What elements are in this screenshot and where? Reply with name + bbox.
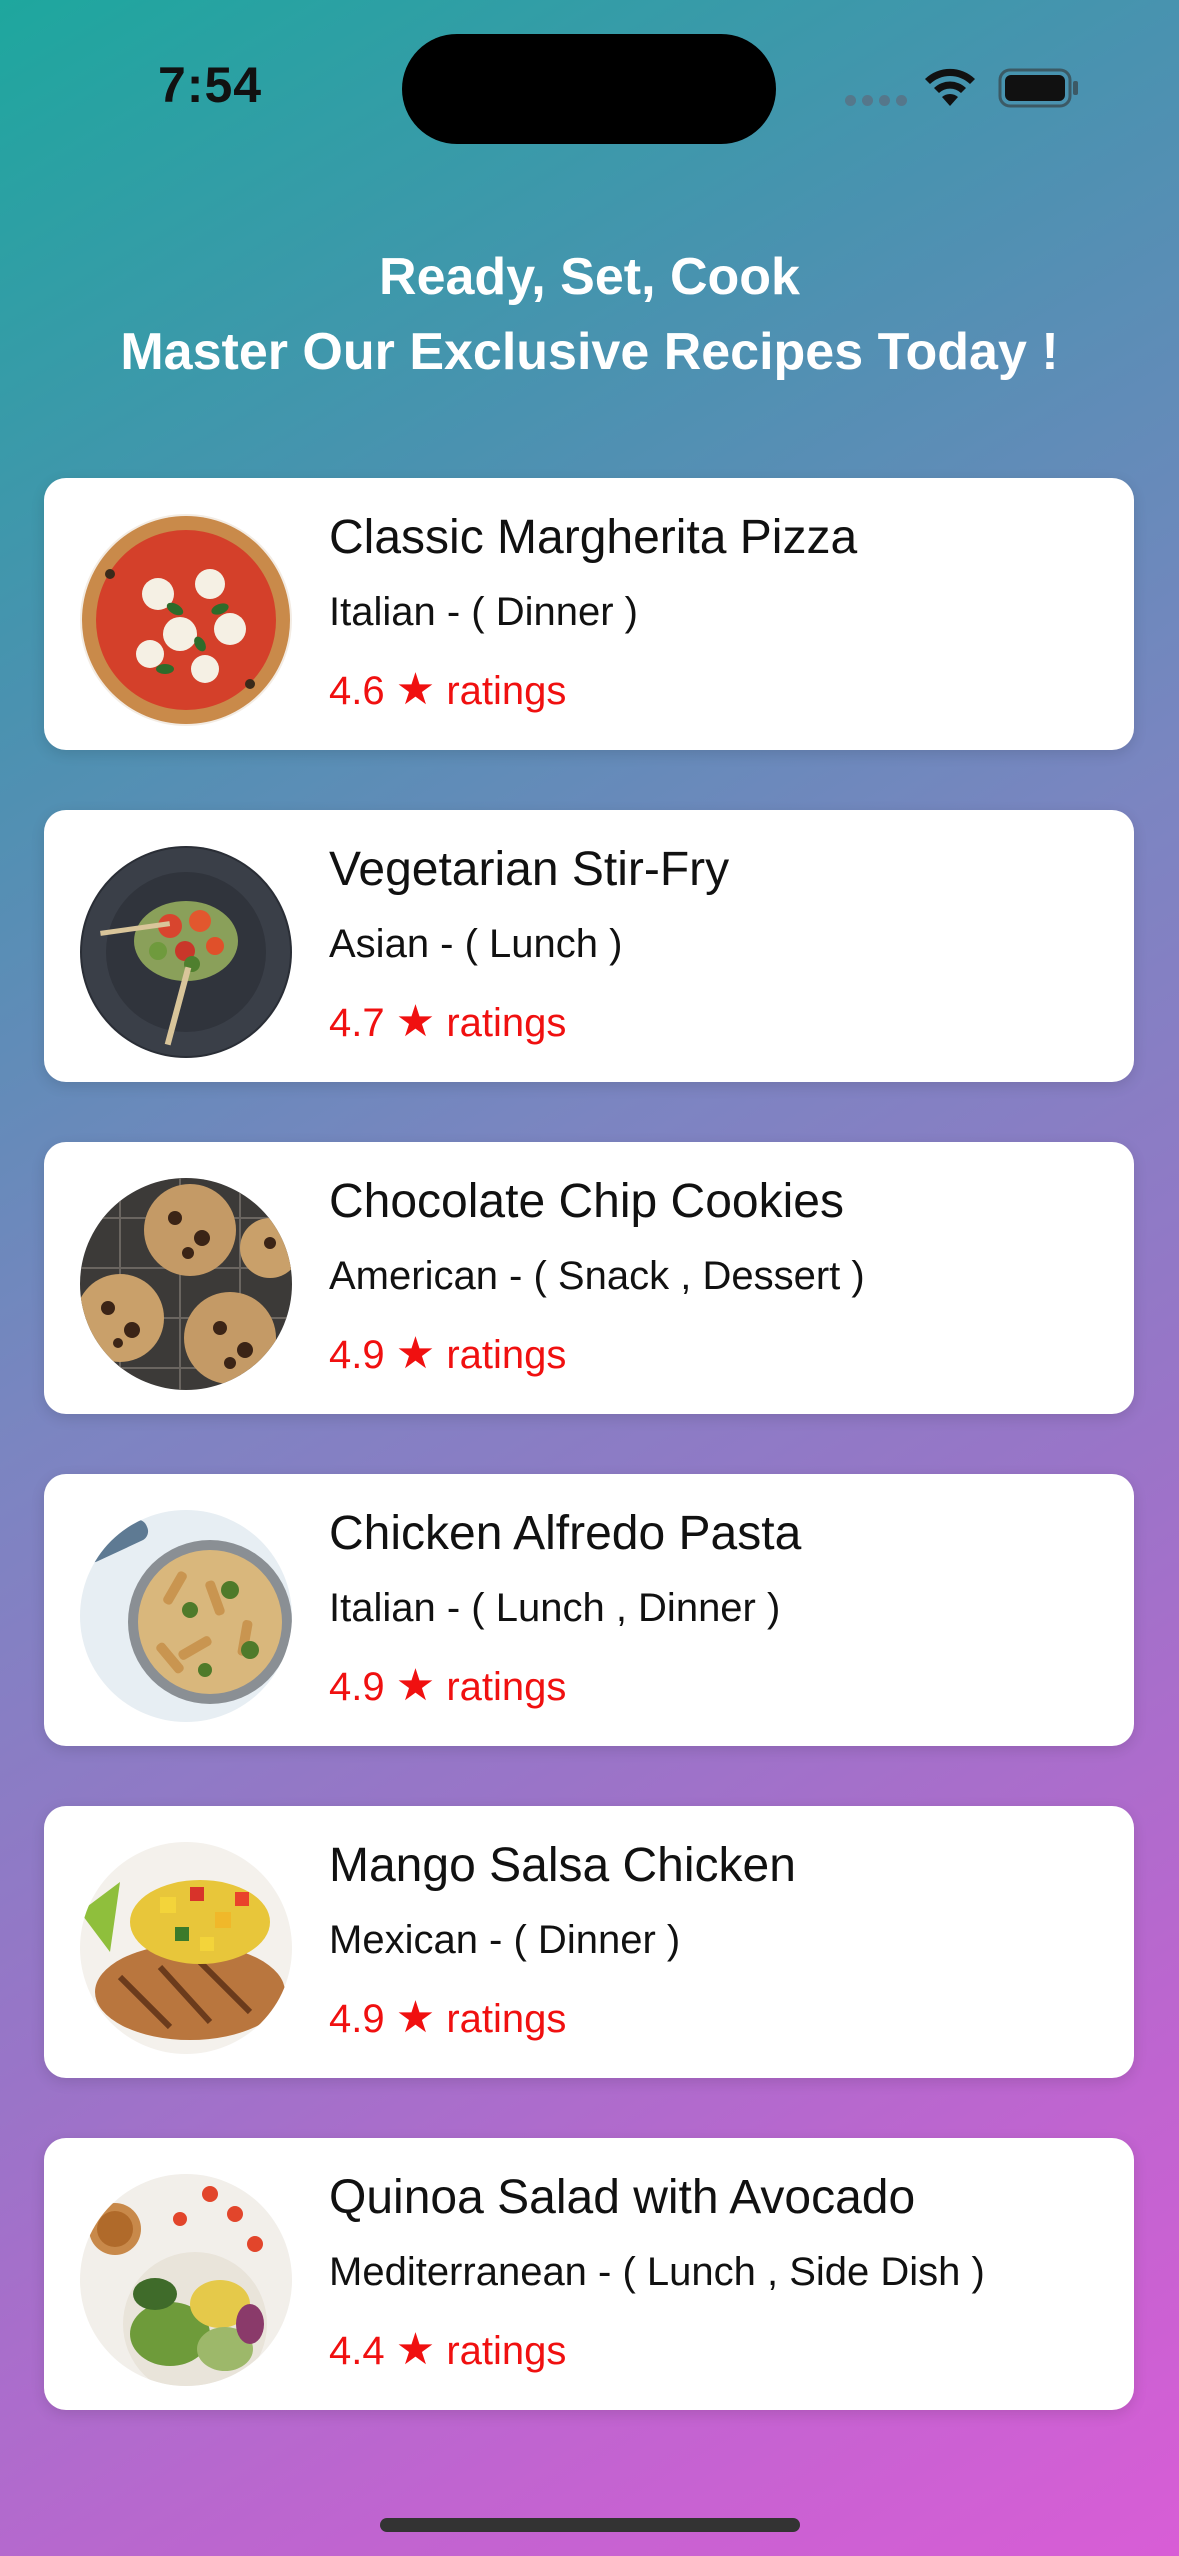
recipe-card[interactable]: Chicken Alfredo Pasta Italian - ( Lunch …	[44, 1474, 1134, 1746]
header-title: Ready, Set, Cook	[379, 248, 800, 306]
rating-value: 4.9	[329, 1333, 385, 1377]
dynamic-island	[402, 34, 776, 144]
status-time: 7:54	[158, 57, 263, 113]
recipe-rating: 4.9 ★ ratings	[329, 1328, 566, 1379]
rating-label: ratings	[446, 1665, 567, 1709]
rating-label: ratings	[446, 2329, 567, 2373]
pasta-bowl-icon	[80, 1510, 292, 1722]
star-icon: ★	[395, 1993, 436, 2042]
star-icon: ★	[395, 1661, 436, 1710]
recipe-list: Classic Margherita Pizza Italian - ( Din…	[44, 478, 1134, 2470]
star-icon: ★	[395, 665, 436, 714]
salad-bowl-icon	[80, 2174, 292, 2386]
recipe-rating: 4.6 ★ ratings	[329, 664, 566, 715]
recipe-card[interactable]: Mango Salsa Chicken Mexican - ( Dinner )…	[44, 1806, 1134, 2078]
recipe-cuisine: Italian - ( Dinner )	[329, 590, 638, 634]
status-bar: 7:54	[0, 0, 1179, 170]
rating-label: ratings	[446, 1001, 567, 1045]
rating-value: 4.9	[329, 1997, 385, 2041]
recipe-card[interactable]: Quinoa Salad with Avocado Mediterranean …	[44, 2138, 1134, 2410]
pizza-icon	[80, 514, 292, 726]
star-icon: ★	[395, 997, 436, 1046]
rating-label: ratings	[446, 669, 567, 713]
recipe-rating: 4.9 ★ ratings	[329, 1992, 566, 2043]
recipe-card[interactable]: Vegetarian Stir-Fry Asian - ( Lunch ) 4.…	[44, 810, 1134, 1082]
star-icon: ★	[395, 1329, 436, 1378]
recipe-name: Vegetarian Stir-Fry	[329, 843, 730, 896]
cellular-signal-icon	[845, 95, 907, 106]
rating-value: 4.4	[329, 2329, 385, 2373]
recipe-name: Chicken Alfredo Pasta	[329, 1507, 802, 1560]
recipe-rating: 4.4 ★ ratings	[329, 2324, 566, 2375]
star-icon: ★	[395, 2325, 436, 2374]
rating-value: 4.6	[329, 669, 385, 713]
recipe-card[interactable]: Classic Margherita Pizza Italian - ( Din…	[44, 478, 1134, 750]
recipe-cuisine: Italian - ( Lunch , Dinner )	[329, 1586, 781, 1630]
battery-icon	[998, 68, 1080, 113]
home-indicator[interactable]	[380, 2518, 800, 2532]
recipe-rating: 4.9 ★ ratings	[329, 1660, 566, 1711]
stir-fry-wok-icon	[80, 846, 292, 1058]
recipe-name: Classic Margherita Pizza	[329, 511, 858, 564]
rating-value: 4.9	[329, 1665, 385, 1709]
recipe-cuisine: Mediterranean - ( Lunch , Side Dish )	[329, 2250, 985, 2294]
rating-label: ratings	[446, 1333, 567, 1377]
recipe-cuisine: Mexican - ( Dinner )	[329, 1918, 681, 1962]
recipe-cuisine: American - ( Snack , Dessert )	[329, 1254, 865, 1298]
recipe-name: Chocolate Chip Cookies	[329, 1175, 844, 1228]
cookies-icon	[80, 1178, 292, 1390]
rating-value: 4.7	[329, 1001, 385, 1045]
page-header: Ready, Set, Cook Master Our Exclusive Re…	[0, 240, 1179, 390]
recipe-rating: 4.7 ★ ratings	[329, 996, 566, 1047]
recipe-name: Quinoa Salad with Avocado	[329, 2171, 916, 2224]
wifi-icon	[922, 66, 978, 113]
grilled-chicken-icon	[80, 1842, 292, 2054]
rating-label: ratings	[446, 1997, 567, 2041]
recipe-card[interactable]: Chocolate Chip Cookies American - ( Snac…	[44, 1142, 1134, 1414]
recipe-cuisine: Asian - ( Lunch )	[329, 922, 623, 966]
header-subtitle: Master Our Exclusive Recipes Today !	[120, 323, 1059, 381]
recipe-name: Mango Salsa Chicken	[329, 1839, 796, 1892]
